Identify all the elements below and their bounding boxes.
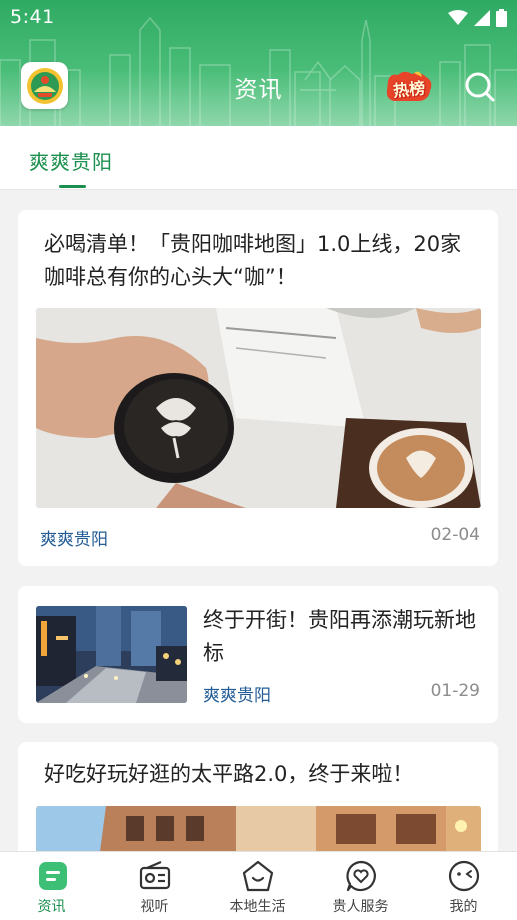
article-source: 爽爽贵阳 [40,530,108,550]
article-date: 02-04 [430,525,480,545]
latte-art-coffee-photo [36,308,481,508]
nav-label-services: 贵人服务 [332,899,389,915]
profile-face-icon [448,860,480,892]
article-date: 01-29 [430,681,480,701]
nav-label-media: 视听 [140,899,169,915]
nav-item-news[interactable]: 资讯 [0,852,103,920]
nav-item-media[interactable]: 视听 [103,852,206,920]
hot-list-button[interactable]: 热榜 [384,71,434,103]
radio-icon [139,860,171,890]
article-card[interactable]: 终于开街！贵阳再添潮玩新地标 爽爽贵阳 01-29 [18,586,498,723]
bottom-navigation: 资讯 视听 本地生活 贵人服务 我的 [0,851,517,920]
night-street-photo [36,606,187,703]
article-thumbnail [36,606,187,703]
nav-item-services[interactable]: 贵人服务 [309,852,412,920]
active-tab-indicator [59,185,86,188]
article-title: 终于开街！贵阳再添潮玩新地标 [203,608,476,665]
heart-service-icon [346,860,376,892]
nav-item-profile[interactable]: 我的 [412,852,515,920]
channel-tabs: 爽爽贵阳 [0,126,517,190]
article-image-coffee [36,308,481,508]
local-life-icon [242,860,274,892]
article-title: 好吃好玩好逛的太平路2.0，终于来啦！ [44,762,414,786]
battery-icon [496,9,507,27]
search-icon[interactable] [463,70,497,104]
nav-item-local-life[interactable]: 本地生活 [206,852,309,920]
article-title: 必喝清单！「贵阳咖啡地图」1.0上线，20家咖啡总有你的心头大“咖”！ [44,232,462,289]
news-icon [39,862,67,890]
nav-label-news: 资讯 [37,899,66,915]
article-source: 爽爽贵阳 [203,686,271,706]
page-title: 资讯 [234,77,283,103]
status-time: 5:41 [10,6,55,28]
wifi-icon [448,10,468,25]
nav-label-local-life: 本地生活 [229,899,286,915]
app-header: 5:41 资讯 热榜 [0,0,517,126]
nav-label-profile: 我的 [449,899,478,915]
signal-icon [474,10,490,26]
status-icons [448,9,507,27]
tab-shuangshuang-guiyang[interactable]: 爽爽贵阳 [29,146,113,175]
article-card[interactable]: 必喝清单！「贵阳咖啡地图」1.0上线，20家咖啡总有你的心头大“咖”！ 爽爽贵阳… [18,210,498,566]
status-bar: 5:41 [0,0,517,36]
